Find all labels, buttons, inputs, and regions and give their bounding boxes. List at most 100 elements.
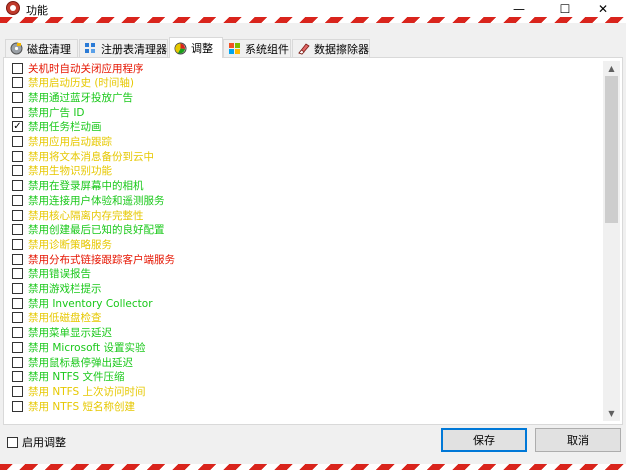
tweak-label: 禁用生物识别功能	[28, 165, 112, 178]
tweak-label: 禁用 NTFS 短名称创建	[28, 400, 135, 413]
tweak-label: 禁用 Microsoft 设置实验	[28, 341, 146, 354]
tweak-option-row[interactable]: 关机时自动关闭应用程序	[9, 61, 599, 75]
enable-tweaks-checkbox[interactable]	[7, 436, 18, 448]
tweak-checkbox[interactable]	[12, 180, 23, 192]
tweak-checkbox[interactable]	[12, 297, 23, 309]
tweak-label: 禁用鼠标悬停弹出延迟	[28, 356, 133, 369]
tweak-checkbox[interactable]	[12, 62, 23, 74]
tweak-option-row[interactable]: 禁用 NTFS 文件压缩	[9, 370, 599, 384]
tweak-label: 禁用诊断策略服务	[28, 238, 112, 251]
scroll-down-arrow-icon[interactable]: ▼	[603, 406, 620, 421]
tab-data-eraser[interactable]: 数据擦除器	[292, 39, 370, 57]
tab-label: 调整	[191, 42, 213, 55]
app-icon	[6, 1, 20, 15]
tweak-option-row[interactable]: ✓ 禁用任务栏动画	[9, 120, 599, 134]
tweak-checkbox[interactable]	[12, 106, 23, 118]
registry-icon	[84, 42, 97, 55]
tab-disk-cleanup[interactable]: 磁盘清理	[5, 39, 78, 57]
tweak-checkbox[interactable]	[12, 238, 23, 250]
window-title: 功能	[26, 4, 48, 17]
cancel-button[interactable]: 取消	[535, 428, 621, 452]
tweak-option-row[interactable]: 禁用诊断策略服务	[9, 237, 599, 251]
tweak-checkbox[interactable]	[12, 400, 23, 412]
tweak-option-row[interactable]: 禁用应用启动跟踪	[9, 135, 599, 149]
tweak-label: 禁用游戏栏提示	[28, 283, 102, 295]
vertical-scrollbar[interactable]: ▲ ▼	[603, 61, 620, 421]
tweak-checkbox[interactable]	[12, 385, 23, 397]
tweak-label: 禁用通过蓝牙投放广告	[28, 91, 133, 104]
tweak-option-row[interactable]: 禁用游戏栏提示	[9, 282, 599, 296]
tweak-option-row[interactable]: 禁用核心隔离内存完整性	[9, 208, 599, 222]
tweak-option-row[interactable]: 禁用生物识别功能	[9, 164, 599, 178]
tab-registry-cleaner[interactable]: 注册表清理器	[79, 39, 168, 57]
tweak-checkbox[interactable]	[12, 224, 23, 236]
tweak-label: 禁用应用启动跟踪	[28, 136, 112, 148]
tweak-option-row[interactable]: 禁用错误报告	[9, 267, 599, 281]
tweak-checkbox[interactable]	[12, 327, 23, 339]
bottom-stripe-decoration	[0, 464, 626, 470]
tweaks-panel: 关机时自动关闭应用程序 禁用启动历史 (时间轴) 禁用通过蓝牙投放广告 禁用广告 ID…	[3, 57, 623, 425]
scroll-up-arrow-icon[interactable]: ▲	[603, 61, 620, 76]
tweak-checkbox[interactable]	[12, 150, 23, 162]
tweak-option-row[interactable]: 禁用创建最后已知的良好配置	[9, 223, 599, 237]
tweak-label: 禁用连接用户体验和遥测服务	[28, 194, 165, 207]
tweak-checkbox[interactable]	[12, 91, 23, 103]
tweak-option-row[interactable]: 禁用菜单显示延迟	[9, 326, 599, 340]
tweak-label: 禁用 NTFS 上次访问时间	[28, 385, 146, 398]
tweak-option-row[interactable]: 禁用 Inventory Collector	[9, 296, 599, 310]
scrollbar-thumb[interactable]	[605, 76, 618, 223]
tab-strip: 磁盘清理 注册表清理器 调整 系统组件 数据擦除器	[0, 37, 626, 58]
tweak-label: 禁用错误报告	[28, 268, 91, 281]
tweak-checkbox[interactable]	[12, 253, 23, 265]
tweak-label: 禁用分布式链接跟踪客户端服务	[28, 253, 175, 266]
tweak-label: 禁用 NTFS 文件压缩	[28, 371, 125, 384]
tweak-checkbox[interactable]: ✓	[12, 121, 23, 133]
tweak-checkbox[interactable]	[12, 341, 23, 353]
tweak-label: 关机时自动关闭应用程序	[28, 62, 144, 75]
save-button[interactable]: 保存	[441, 428, 527, 452]
close-button[interactable]: ✕	[580, 0, 626, 17]
tweak-checkbox[interactable]	[12, 283, 23, 294]
tweak-option-row[interactable]: 禁用广告 ID	[9, 105, 599, 119]
tweak-checkbox[interactable]	[12, 312, 23, 324]
minimize-button[interactable]: —	[496, 0, 542, 17]
tweak-label: 禁用 Inventory Collector	[28, 297, 153, 310]
tweak-option-row[interactable]: 禁用通过蓝牙投放广告	[9, 90, 599, 104]
tweak-option-row[interactable]: 禁用 Microsoft 设置实验	[9, 340, 599, 354]
windows-logo-icon	[228, 42, 241, 55]
disk-cleanup-icon	[10, 42, 23, 55]
tweak-label: 禁用任务栏动画	[28, 121, 102, 134]
tweak-option-row[interactable]: 禁用分布式链接跟踪客户端服务	[9, 252, 599, 266]
tweak-option-row[interactable]: 禁用在登录屏幕中的相机	[9, 179, 599, 193]
tweak-option-row[interactable]: 禁用低磁盘检查	[9, 311, 599, 325]
tab-label: 数据擦除器	[314, 42, 369, 56]
tweak-checkbox[interactable]	[12, 268, 23, 280]
top-stripe-decoration	[0, 17, 626, 23]
enable-tweaks-label: 启用调整	[22, 436, 66, 449]
tweak-checkbox[interactable]	[12, 77, 23, 89]
tab-tweaks[interactable]: 调整	[169, 37, 223, 58]
tab-system-components[interactable]: 系统组件	[223, 39, 291, 57]
eraser-icon	[297, 42, 310, 55]
tweak-checkbox[interactable]	[12, 209, 23, 221]
tweak-option-row[interactable]: 禁用 NTFS 上次访问时间	[9, 384, 599, 398]
tweaks-option-list: 关机时自动关闭应用程序 禁用启动历史 (时间轴) 禁用通过蓝牙投放广告 禁用广告 ID…	[9, 61, 605, 419]
tweak-label: 禁用在登录屏幕中的相机	[28, 180, 144, 193]
enable-tweaks-option[interactable]: 启用调整	[7, 434, 66, 450]
tweak-label: 禁用启动历史 (时间轴)	[28, 77, 135, 90]
tweaks-icon	[174, 42, 187, 55]
tab-label: 磁盘清理	[27, 42, 71, 56]
tweak-option-row[interactable]: 禁用鼠标悬停弹出延迟	[9, 355, 599, 369]
tweak-option-row[interactable]: 禁用将文本消息备份到云中	[9, 149, 599, 163]
tweak-checkbox[interactable]	[12, 371, 23, 383]
tweak-label: 禁用核心隔离内存完整性	[28, 209, 144, 222]
tab-label: 系统组件	[245, 42, 289, 56]
tweak-option-row[interactable]: 禁用连接用户体验和遥测服务	[9, 193, 599, 207]
tweak-checkbox[interactable]	[12, 356, 23, 368]
tweak-label: 禁用菜单显示延迟	[28, 327, 112, 340]
tweak-option-row[interactable]: 禁用启动历史 (时间轴)	[9, 76, 599, 90]
tweak-option-row[interactable]: 禁用 NTFS 短名称创建	[9, 399, 599, 413]
tweak-checkbox[interactable]	[12, 194, 23, 206]
tweak-checkbox[interactable]	[12, 165, 23, 177]
tweak-checkbox[interactable]	[12, 136, 23, 147]
